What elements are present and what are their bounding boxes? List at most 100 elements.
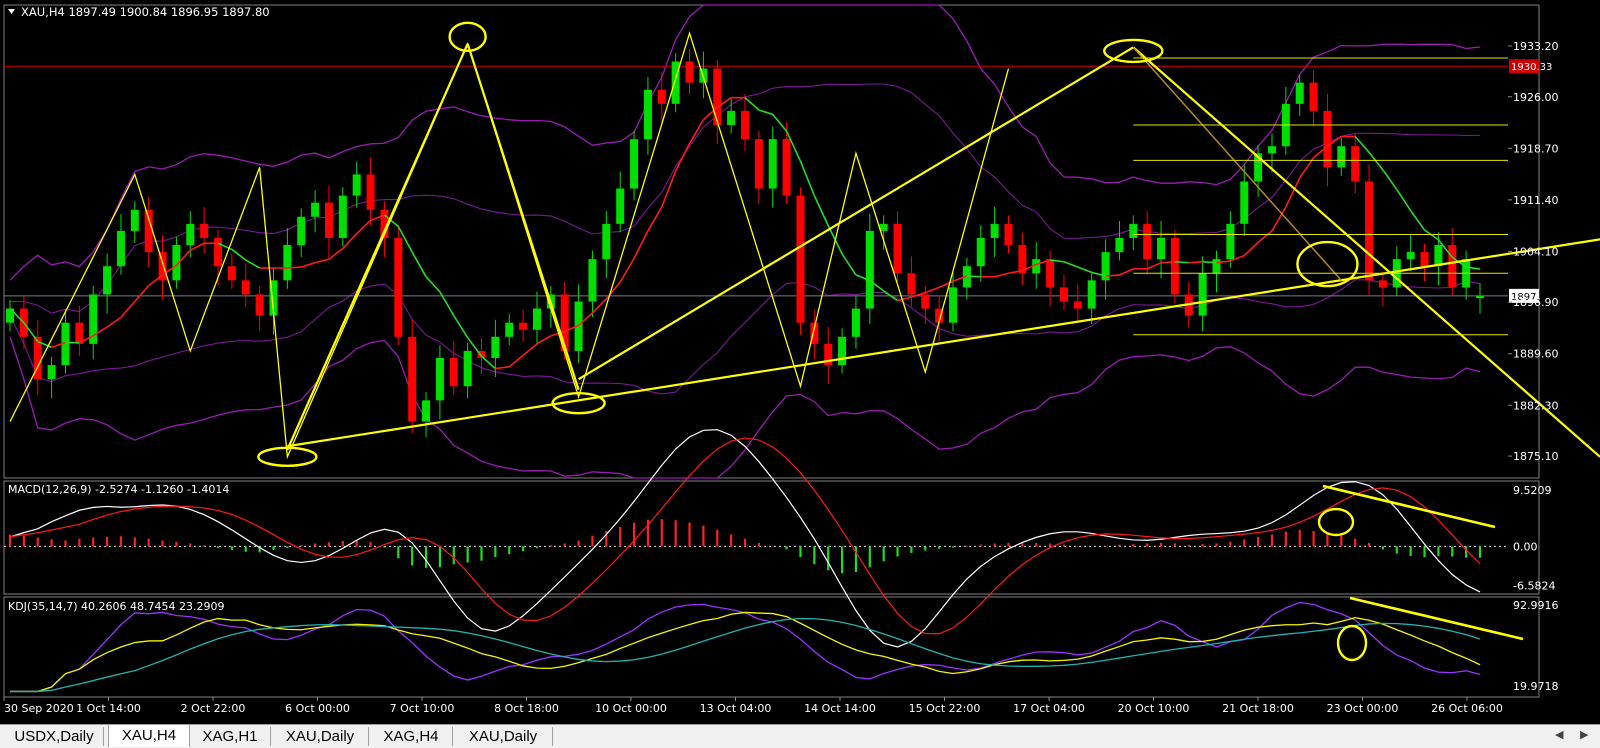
candle-body — [644, 90, 652, 139]
ma-segment — [1106, 275, 1120, 276]
scroll-right-icon[interactable]: ▶ — [1580, 728, 1588, 741]
x-tick-label: 1 Oct 14:00 — [76, 702, 141, 715]
kdj-panel[interactable] — [4, 597, 1539, 697]
candle-body — [949, 287, 957, 322]
candle-body — [907, 273, 915, 294]
candle-body — [1379, 280, 1387, 287]
tab-xag-h1[interactable]: XAG,H1 — [190, 727, 271, 746]
macd-panel[interactable] — [4, 481, 1539, 594]
candle-body — [1199, 273, 1207, 315]
candle-body — [630, 139, 638, 188]
y-tick-label: 1904.10 — [1513, 245, 1559, 258]
tab-xau-daily[interactable]: XAU,Daily — [272, 727, 369, 746]
candle-body — [658, 90, 666, 104]
candle-body — [436, 358, 444, 400]
candle-body — [1157, 238, 1165, 259]
y-tick-label: 1918.70 — [1513, 142, 1559, 155]
candle-body — [145, 210, 153, 252]
main-panel[interactable] — [4, 5, 1539, 478]
candle-body — [866, 231, 874, 309]
candle-body — [1171, 238, 1179, 294]
candle-body — [505, 323, 513, 337]
candle-body — [1337, 146, 1345, 167]
ma-segment — [1161, 262, 1175, 263]
x-tick-label: 15 Oct 22:00 — [909, 702, 981, 715]
x-tick-label: 13 Oct 04:00 — [700, 702, 772, 715]
candle-body — [977, 238, 985, 266]
x-tick-label: 2 Oct 22:00 — [181, 702, 246, 715]
candle-body — [297, 217, 305, 245]
price-tag-label-0: 1930.33 — [1511, 62, 1552, 73]
candle-body — [103, 266, 111, 294]
candle-body — [339, 196, 347, 238]
y-tick-label: 1896.90 — [1513, 296, 1559, 309]
kdj-title: KDJ(35,14,7) 40.2606 48.7454 23.2909 — [8, 600, 224, 613]
x-tick-label: 30 Sep 2020 — [4, 702, 74, 715]
candle-body — [686, 61, 694, 82]
candle-body — [131, 210, 139, 231]
candle-body — [519, 323, 527, 330]
x-tick-label: 8 Oct 18:00 — [494, 702, 559, 715]
candle-body — [838, 337, 846, 365]
y-tick-label: 1911.40 — [1513, 194, 1559, 207]
candle-body — [1060, 287, 1068, 301]
y-tick-label: 1889.60 — [1513, 348, 1559, 361]
y-tick-label: 1933.20 — [1513, 40, 1559, 53]
candle-body — [783, 139, 791, 195]
candle-body — [408, 337, 416, 422]
main-title: XAU,H4 1897.49 1900.84 1896.95 1897.80 — [21, 5, 270, 19]
x-tick-label: 7 Oct 10:00 — [390, 702, 455, 715]
tab-xau-daily-2[interactable]: XAU,Daily — [454, 727, 553, 746]
candle-body — [755, 139, 763, 188]
candle-body — [727, 111, 735, 125]
y-tick-label: 1882.30 — [1513, 399, 1559, 412]
ma-segment — [1189, 262, 1203, 263]
chart-tabs-bar: USDX,Daily XAU,H4 XAG,H1 XAU,Daily XAG,H… — [0, 724, 1600, 748]
candle-body — [1310, 83, 1318, 111]
candle-body — [1407, 252, 1415, 259]
candle-body — [186, 224, 194, 245]
ma-segment — [1203, 262, 1217, 263]
candle-body — [852, 309, 860, 337]
candle-body — [741, 111, 749, 139]
macd-y-tick-label: -6.5824 — [1513, 580, 1555, 593]
candle-body — [588, 259, 596, 301]
kdj-y-tick-label: 92.9916 — [1513, 599, 1559, 612]
candle-body — [1365, 181, 1373, 280]
candle-body — [1143, 224, 1151, 259]
ma-segment — [967, 276, 981, 277]
candle-body — [1074, 302, 1082, 309]
candle-body — [894, 224, 902, 273]
x-tick-label: 23 Oct 00:00 — [1327, 702, 1399, 715]
candle-body — [491, 337, 499, 358]
chart-canvas[interactable]: XAU,H4 1897.49 1900.84 1896.95 1897.80 M… — [0, 0, 1600, 724]
y-tick-label: 1875.10 — [1513, 450, 1559, 463]
candle-body — [214, 238, 222, 266]
candle-body — [325, 203, 333, 238]
tab-xau-h4[interactable]: XAU,H4 — [108, 725, 190, 747]
candle-body — [796, 196, 804, 323]
candle-body — [1213, 259, 1221, 273]
candle-body — [769, 139, 777, 188]
candle-body — [283, 245, 291, 280]
candle-body — [464, 351, 472, 386]
candle-body — [533, 309, 541, 330]
x-tick-label: 20 Oct 10:00 — [1118, 702, 1190, 715]
candle-body — [242, 280, 250, 294]
candle-body — [1268, 146, 1276, 153]
candle-body — [450, 358, 458, 386]
candle-body — [991, 224, 999, 238]
candle-body — [394, 238, 402, 337]
x-tick-label: 14 Oct 14:00 — [804, 702, 876, 715]
candle-body — [1004, 224, 1012, 245]
macd-title: MACD(12,26,9) -2.5274 -1.1260 -1.4014 — [8, 483, 229, 496]
candle-body — [1476, 296, 1484, 298]
candle-body — [422, 400, 430, 421]
tab-xag-h4[interactable]: XAG,H4 — [370, 727, 453, 746]
candle-body — [616, 189, 624, 224]
scroll-left-icon[interactable]: ◀ — [1555, 728, 1563, 741]
x-tick-label: 6 Oct 00:00 — [285, 702, 350, 715]
macd-y-tick-label: 0.00 — [1513, 540, 1538, 553]
candle-body — [256, 294, 264, 315]
tab-usdx-daily[interactable]: USDX,Daily — [5, 727, 104, 746]
